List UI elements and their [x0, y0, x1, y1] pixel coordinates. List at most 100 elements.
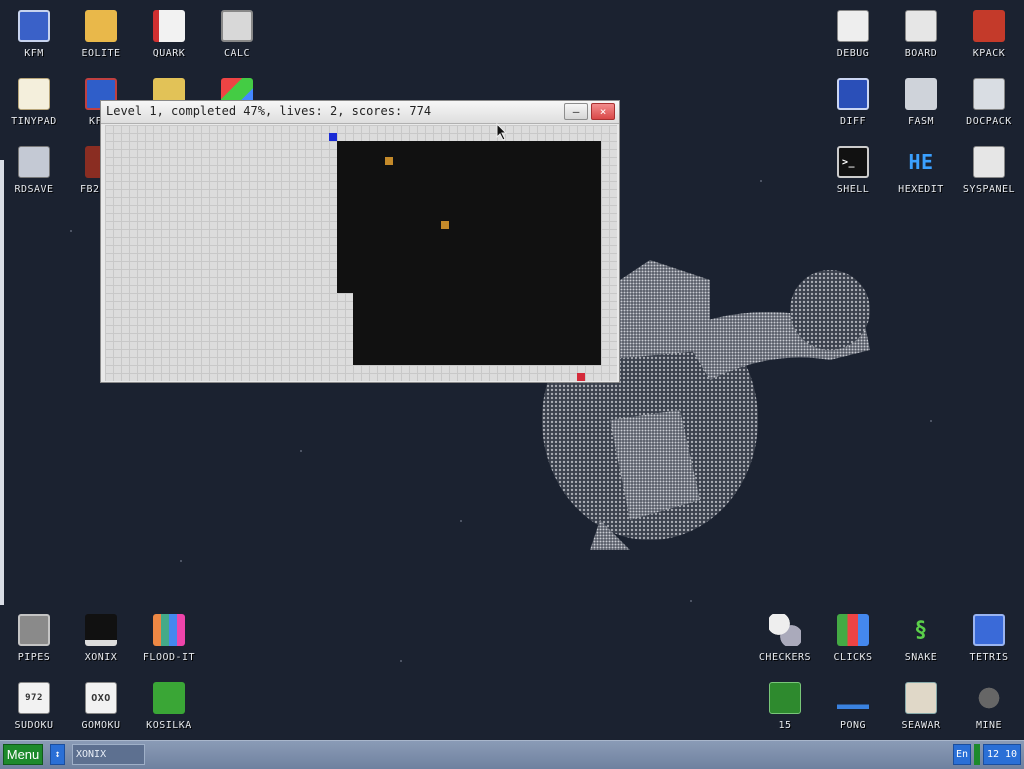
pipes-icon: [18, 614, 50, 646]
land-enemy: [577, 373, 585, 381]
minimize-button[interactable]: –: [564, 103, 588, 120]
icon-label: XONIX: [84, 652, 118, 663]
xonix-icon: [85, 614, 117, 646]
close-icon: ×: [599, 105, 607, 118]
desktop-icon-docpack[interactable]: DOCPACK: [957, 78, 1021, 127]
taskbar: Menu ↕ XONIX En 12 10: [0, 740, 1024, 769]
snake-icon: §: [914, 617, 928, 643]
icon-label: KPACK: [972, 48, 1006, 59]
desktop-icon-syspanel[interactable]: SYSPANEL: [957, 146, 1021, 195]
desktop-icon-quark[interactable]: QUARK: [137, 10, 201, 59]
desktop-icon-calc[interactable]: CALC: [205, 10, 269, 59]
checkers-icon: [769, 614, 801, 646]
desktop-icon-seawar[interactable]: SEAWAR: [889, 682, 953, 731]
notebook-icon: [153, 10, 185, 42]
enemy-ball: [441, 221, 449, 229]
bug-icon: [837, 10, 869, 42]
desktop-icon-flood-it[interactable]: FLOOD-IT: [137, 614, 201, 663]
icon-label: SNAKE: [904, 652, 938, 663]
icon-label: SHELL: [836, 184, 870, 195]
gomoku-icon-glyph: OXO: [91, 692, 111, 704]
tic-tac-toe-icon: OXO: [85, 682, 117, 714]
star: [460, 520, 462, 522]
desktop-icon-xonix[interactable]: XONIX: [69, 614, 133, 663]
notepad-icon: [18, 78, 50, 110]
desktop-icon-gomoku[interactable]: OXO GOMOKU: [69, 682, 133, 731]
language-indicator[interactable]: En: [953, 744, 971, 765]
terminal-icon: >_: [837, 146, 869, 178]
desktop-icon-fasm[interactable]: FASM: [889, 78, 953, 127]
desktop-icon-tinypad[interactable]: TINYPAD: [2, 78, 66, 127]
assembler-icon: [905, 78, 937, 110]
switch-arrows-button[interactable]: ↕: [50, 744, 65, 765]
icon-label: CALC: [223, 48, 251, 59]
desktop-icon-eolite[interactable]: EOLITE: [69, 10, 133, 59]
tray-indicator: [974, 744, 980, 765]
diff-icon: [837, 78, 869, 110]
icon-label: SEAWAR: [901, 720, 941, 731]
fifteen-puzzle-icon: [769, 682, 801, 714]
taskbar-item-xonix[interactable]: XONIX: [72, 744, 145, 765]
board-icon: [905, 10, 937, 42]
desktop-icon-shell[interactable]: >_ SHELL: [821, 146, 885, 195]
close-button[interactable]: ×: [591, 103, 615, 120]
sudoku-icon-glyph: 972: [25, 693, 43, 703]
folder-icon: [85, 10, 117, 42]
desktop-icon-pong[interactable]: PONG: [821, 682, 885, 731]
icon-label: TETRIS: [969, 652, 1009, 663]
star: [180, 560, 182, 562]
icon-label: RDSAVE: [14, 184, 54, 195]
star: [400, 660, 402, 662]
icon-label: 15: [778, 720, 792, 731]
icon-label: SYSPANEL: [962, 184, 1016, 195]
save-disk-icon: [18, 146, 50, 178]
clock[interactable]: 12 10: [983, 744, 1021, 765]
desktop-icon-clicks[interactable]: CLICKS: [821, 614, 885, 663]
xonix-window[interactable]: Level 1, completed 47%, lives: 2, scores…: [100, 100, 620, 383]
unfilled-area: [337, 141, 601, 293]
floppy-disk-icon: [18, 10, 50, 42]
desktop-icon-snake[interactable]: § SNAKE: [889, 614, 953, 664]
desktop-icon-diff[interactable]: DIFF: [821, 78, 885, 127]
desktop-icon-board[interactable]: BOARD: [889, 10, 953, 59]
icon-label: PIPES: [17, 652, 51, 663]
calculator-icon: [221, 10, 253, 42]
icon-label: MINE: [975, 720, 1003, 731]
star: [690, 600, 692, 602]
icon-label: QUARK: [152, 48, 186, 59]
menu-button[interactable]: Menu: [3, 744, 43, 765]
desktop-icon-hexedit[interactable]: HE HEXEDIT: [889, 146, 953, 195]
sliders-icon: [973, 146, 1005, 178]
desktop-icon-kfm[interactable]: KFM: [2, 10, 66, 59]
desktop-edge-panel: [0, 160, 4, 605]
up-down-arrow-icon: ↕: [54, 749, 61, 760]
star: [760, 180, 762, 182]
sailing-ship-icon: [905, 682, 937, 714]
sudoku-icon: 972: [18, 682, 50, 714]
desktop-icon-kosilka[interactable]: KOSILKA: [137, 682, 201, 731]
window-titlebar[interactable]: Level 1, completed 47%, lives: 2, scores…: [101, 101, 619, 124]
cabinet-icon: [973, 78, 1005, 110]
unfilled-area: [353, 293, 601, 365]
desktop-icon-rdsave[interactable]: RDSAVE: [2, 146, 66, 195]
hammer-icon: [973, 10, 1005, 42]
desktop-icon-debug[interactable]: DEBUG: [821, 10, 885, 59]
desktop-icon-tetris[interactable]: TETRIS: [957, 614, 1021, 663]
desktop-icon-kpack[interactable]: KPACK: [957, 10, 1021, 59]
icon-label: CLICKS: [833, 652, 873, 663]
game-field[interactable]: [105, 125, 617, 381]
desktop-icon-15[interactable]: 15: [753, 682, 817, 731]
star: [70, 230, 72, 232]
mouse-pointer-icon: [496, 123, 508, 141]
icon-label: EOLITE: [81, 48, 121, 59]
lawnmower-icon: [153, 682, 185, 714]
desktop-icon-checkers[interactable]: CHECKERS: [753, 614, 817, 663]
desktop-icon-pipes[interactable]: PIPES: [2, 614, 66, 663]
icon-label: PONG: [839, 720, 867, 731]
icon-label: CHECKERS: [758, 652, 812, 663]
desktop-icon-mine[interactable]: MINE: [957, 682, 1021, 731]
star: [930, 420, 932, 422]
icon-label: TINYPAD: [11, 116, 57, 127]
icon-label: FLOOD-IT: [142, 652, 196, 663]
desktop-icon-sudoku[interactable]: 972 SUDOKU: [2, 682, 66, 731]
